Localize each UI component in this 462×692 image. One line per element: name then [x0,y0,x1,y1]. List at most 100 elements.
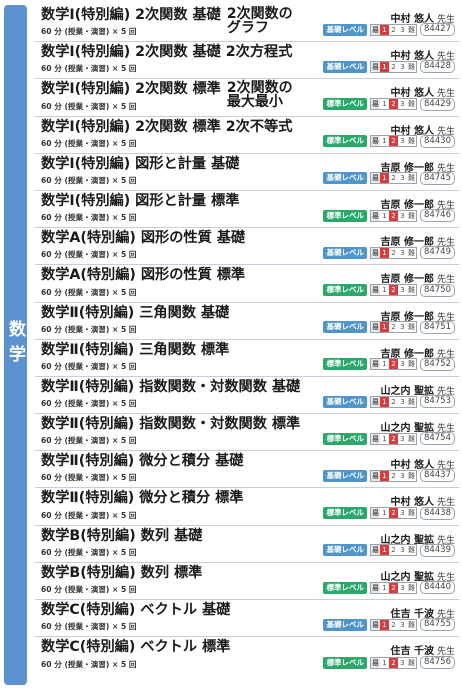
course-duration: 60 分 (授業・演習) × 5 回 [41,436,137,446]
level-info: 基礎レベル易 1 2 3 難 84755 [323,618,455,632]
level-badge: 基礎レベル [323,544,367,557]
difficulty-cell: 2 [391,471,396,480]
difficulty-cell: 2 [388,657,398,668]
difficulty-cell: 2 [391,546,396,555]
course-row[interactable]: 数学Ⅰ(特別編) 図形と計量 標準 60 分 (授業・演習) × 5 回吉原 修一… [35,191,459,229]
difficulty-cell: 難 [407,174,415,183]
course-code: 84430 [419,134,455,148]
course-duration: 60 分 (授業・演習) × 5 回 [41,622,137,632]
course-row[interactable]: 数学B(特別編) 数列 標準 60 分 (授業・演習) × 5 回山之内 聖拡 先生… [35,563,459,600]
course-duration: 60 分 (授業・演習) × 5 回 [41,510,137,520]
difficulty-cell: 1 [379,247,389,258]
course-duration: 60 分 (授業・演習) × 5 回 [41,101,137,111]
course-title-text: 数学Ⅰ(特別編) 2次関数 基礎 [41,7,221,23]
course-row[interactable]: 数学Ⅱ(特別編) 三角関数 基礎 60 分 (授業・演習) × 5 回吉原 修一郎… [35,303,459,340]
difficulty-cell: 1 [382,286,387,294]
difficulty-cell: 3 [400,286,405,294]
course-title-text: 数学Ⅱ(特別編) 三角関数 標準 [41,341,230,358]
difficulty-scale: 易123難 [369,23,417,36]
difficulty-cell: 3 [400,248,405,257]
difficulty-cell: 1 [379,173,389,184]
level-info: 基礎レベル易 1 2 3 難 84428 [323,60,455,74]
difficulty-cell: 易 [370,61,380,72]
course-row[interactable]: 数学Ⅰ(特別編) 2次関数 基礎 2次関数の グラフ 60 分 (授業・演習) × … [35,5,459,43]
difficulty-cell: 3 [400,397,405,406]
level-badge: 基礎レベル [323,172,367,185]
difficulty-cell: 3 [400,174,405,183]
level-badge: 標準レベル [323,432,367,445]
level-badge: 標準レベル [323,358,367,371]
course-duration: 60 分 (授業・演習) × 5 回 [41,547,137,557]
difficulty-scale: 易123難 [369,284,417,296]
course-title-tail: 2次関数の グラフ [226,6,293,36]
difficulty-cell: 3 [400,658,405,667]
difficulty-cell: 難 [407,583,415,592]
difficulty-cell: 易 [370,396,380,407]
course-title-tail: 2次関数の 最大最小 [226,80,293,111]
course-duration: 60 分 (授業・演習) × 5 回 [41,585,137,594]
difficulty-cell: 1 [382,434,387,443]
difficulty-cell: 2 [391,25,396,34]
difficulty-scale: 易123難 [369,209,417,222]
course-row[interactable]: 数学A(特別編) 図形の性質 基礎 60 分 (授業・演習) × 5 回吉原 修一… [35,228,459,266]
course-row[interactable]: 数学Ⅰ(特別編) 2次関数 標準 2次不等式 60 分 (授業・演習) × 5 回… [35,117,459,154]
course-row[interactable]: 数学Ⅰ(特別編) 2次関数 基礎 2次方程式 60 分 (授業・演習) × 5 回… [35,42,459,80]
course-title-text: 数学Ⅰ(特別編) 2次関数 基礎 2次方程式 [41,44,293,61]
difficulty-cell: 3 [400,323,405,332]
difficulty-cell: 難 [407,509,415,518]
level-info: 標準レベル易 1 2 3 難 84746 [323,209,455,223]
difficulty-scale: 易123難 [369,60,417,73]
course-duration: 60 分 (授業・演習) × 5 回 [41,361,137,371]
difficulty-cell: 2 [388,285,398,295]
course-row[interactable]: 数学C(特別編) ベクトル 標準 60 分 (授業・演習) × 5 回 住吉 千波先… [35,637,459,674]
course-row[interactable]: 数学Ⅱ(特別編) 微分と積分 標準 60 分 (授業・演習) × 5 回中村 悠人… [35,488,459,526]
difficulty-cell: 3 [400,25,405,34]
course-row[interactable]: 数学Ⅰ(特別編) 2次関数 標準 2次関数の 最大最小 60 分 (授業・演習) ×… [35,79,459,117]
course-code: 84437 [419,469,455,483]
difficulty-scale: 易123難 [369,469,417,482]
difficulty-cell: 3 [400,434,405,443]
course-duration: 60 分 (授業・演習) × 5 回 [41,250,137,260]
difficulty-cell: 1 [379,322,389,333]
difficulty-cell: 易 [370,99,380,110]
course-row[interactable]: 数学A(特別編) 図形の性質 標準 60 分 (授業・演習) × 5 回吉原 修一… [35,265,459,303]
course-duration: 60 分 (授業・演習) × 5 回 [41,399,137,409]
level-info: 基礎レベル易 1 2 3 難 84751 [323,320,455,334]
difficulty-cell: 難 [407,397,415,406]
difficulty-cell: 2 [388,210,398,221]
difficulty-cell: 難 [407,360,415,369]
course-row[interactable]: 数学Ⅱ(特別編) 三角関数 標準 60 分 (授業・演習) × 5 回吉原 修一郎… [35,340,459,377]
difficulty-scale: 易123難 [369,321,417,334]
course-row[interactable]: 数学Ⅰ(特別編) 図形と計量 基礎 60 分 (授業・演習) × 5 回吉原 修一… [35,154,459,191]
difficulty-cell: 2 [391,323,396,332]
difficulty-cell: 2 [391,174,396,183]
course-code: 84752 [419,357,455,371]
difficulty-cell: 2 [391,62,396,71]
difficulty-cell: 易 [370,508,380,519]
course-row[interactable]: 数学B(特別編) 数列 基礎 60 分 (授業・演習) × 5 回山之内 聖拡 先生… [35,526,459,563]
course-code: 84755 [419,618,455,632]
course-title: 数学C(特別編) ベクトル 標準 [41,639,314,656]
difficulty-cell: 易 [370,285,380,295]
course-title: 数学Ⅱ(特別編) 三角関数 基礎 [41,305,314,322]
course-row[interactable]: 数学Ⅱ(特別編) 指数関数・対数関数 基礎 60 分 (授業・演習) × 5 回山… [35,377,459,415]
course-title: 数学Ⅱ(特別編) 微分と積分 基礎 [41,453,314,470]
difficulty-scale: 易123難 [369,172,417,185]
difficulty-cell: 難 [407,620,415,629]
difficulty-cell: 難 [407,211,415,220]
difficulty-cell: 1 [382,137,387,146]
course-title-text: 数学Ⅱ(特別編) 指数関数・対数関数 基礎 [41,378,301,395]
level-info: 標準レベル易 1 2 3 難 84438 [323,506,455,520]
course-list: 数学Ⅰ(特別編) 2次関数 基礎 2次関数の グラフ 60 分 (授業・演習) × … [35,5,459,674]
course-row[interactable]: 数学C(特別編) ベクトル 基礎 60 分 (授業・演習) × 5 回住吉 千波先… [35,600,459,638]
course-title: 数学Ⅱ(特別編) 指数関数・対数関数 基礎 [41,379,314,396]
difficulty-cell: 易 [370,545,380,556]
course-title-text: 数学C(特別編) ベクトル 基礎 [41,602,231,618]
course-title: 数学A(特別編) 図形の性質 基礎 [41,230,314,247]
difficulty-cell: 3 [400,509,405,518]
course-row[interactable]: 数学Ⅱ(特別編) 指数関数・対数関数 標準 60 分 (授業・演習) × 5 回山… [35,414,459,452]
course-title-text: 数学Ⅱ(特別編) 三角関数 基礎 [41,304,230,321]
level-badge: 基礎レベル [323,618,367,631]
course-row[interactable]: 数学Ⅱ(特別編) 微分と積分 基礎 60 分 (授業・演習) × 5 回中村 悠人… [35,451,459,489]
course-code: 84749 [419,246,455,260]
